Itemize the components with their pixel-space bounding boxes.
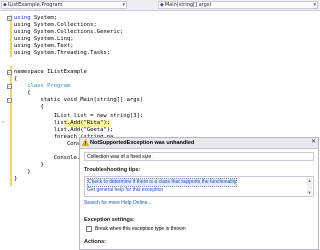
- code-line: {: [14, 90, 31, 96]
- code-line: namespace IListExample: [14, 69, 87, 75]
- code-line: }: [14, 162, 44, 168]
- member-dropdown[interactable]: ◆Main(string[] args) ▾: [158, 1, 318, 9]
- member-dropdown-label: Main(string[] args): [164, 2, 212, 8]
- chevron-down-icon: ▾: [313, 2, 316, 8]
- code-line: }: [14, 169, 31, 175]
- execution-pointer-icon: ⇨: [1, 118, 6, 126]
- troubleshooting-tips-list: Check to determine if there is a class t…: [84, 176, 314, 197]
- exception-title: NotSupportedException was unhandled: [90, 140, 195, 146]
- exception-header: NotSupportedException was unhandled ✕: [80, 138, 318, 149]
- break-on-throw-checkbox[interactable]: [86, 226, 92, 232]
- code-line: using System.Collections;: [14, 22, 97, 28]
- method-icon: ◆: [160, 2, 164, 8]
- code-line: using System.Collections.Generic;: [14, 29, 124, 35]
- actions-heading: Actions:: [84, 239, 106, 245]
- fold-toggle[interactable]: −: [7, 84, 12, 89]
- code-line: IList list = new string[3];: [14, 113, 144, 119]
- navigation-bar: ◆IListExample.Program ▾ ◆Main(string[] a…: [0, 0, 320, 11]
- code-line: using System.Threading.Tasks;: [14, 50, 111, 56]
- code-line: }: [14, 176, 18, 182]
- chevron-down-icon: ▾: [122, 2, 125, 8]
- warning-icon: [82, 139, 89, 146]
- code-line-current: list.Add("Rita");: [14, 120, 111, 126]
- exception-message: Collection was of a fixed size.: [84, 152, 314, 161]
- code-line: {: [14, 76, 18, 82]
- tip-link[interactable]: Check to determine if there is a class t…: [87, 178, 238, 187]
- code-line: using System.Text;: [14, 43, 74, 49]
- tip-link[interactable]: Get general help for this exception: [87, 187, 163, 194]
- code-line: list.Add("Geeta");: [14, 127, 114, 133]
- exception-settings-heading: Exception settings:: [84, 217, 135, 223]
- type-dropdown-label: IListExample.Program: [7, 2, 63, 8]
- code-line: using System.Linq;: [14, 36, 74, 42]
- fold-toggle[interactable]: −: [7, 98, 12, 103]
- editor-gutter: [0, 11, 10, 250]
- class-icon: ◆: [3, 2, 7, 8]
- code-line: {: [14, 104, 44, 110]
- tips-scrollbar[interactable]: ▲ ▼: [307, 178, 312, 195]
- fold-toggle[interactable]: −: [7, 70, 12, 75]
- code-line: static void Main(string[] args): [14, 97, 144, 103]
- exception-helper-popup: NotSupportedException was unhandled ✕ Co…: [79, 137, 319, 250]
- fold-toggle[interactable]: −: [7, 16, 12, 21]
- code-line: class Program: [14, 83, 71, 89]
- code-line: using System;: [14, 15, 58, 21]
- help-online-link[interactable]: Search for more Help Online...: [84, 200, 152, 206]
- type-dropdown[interactable]: ◆IListExample.Program ▾: [1, 1, 127, 9]
- troubleshooting-heading: Troubleshooting tips:: [84, 167, 141, 173]
- break-on-throw-label: Break when this exception type is thrown: [95, 226, 186, 232]
- close-icon[interactable]: ✕: [311, 139, 316, 146]
- change-bar: [10, 15, 12, 57]
